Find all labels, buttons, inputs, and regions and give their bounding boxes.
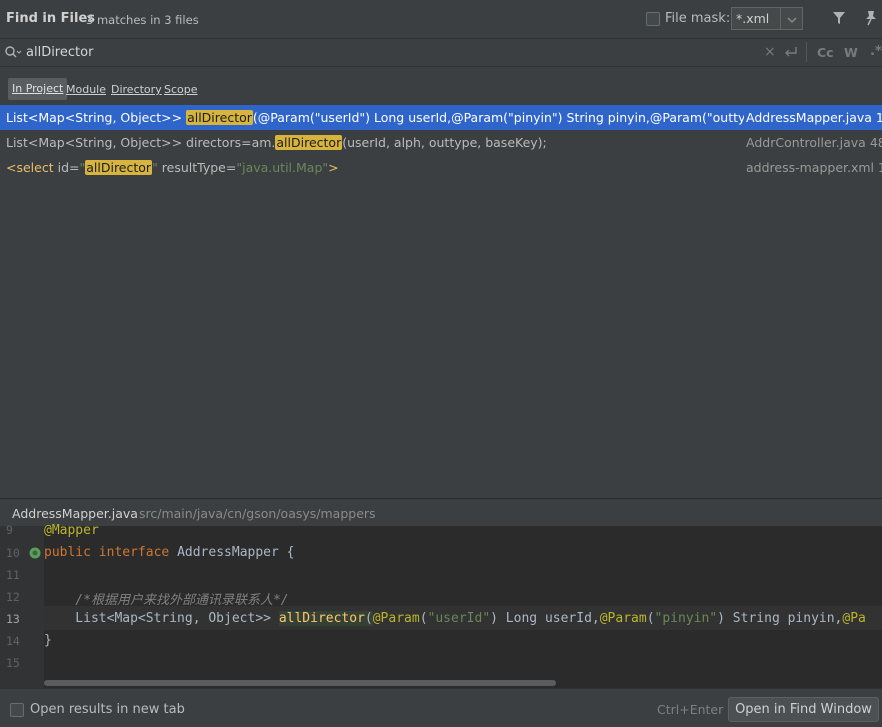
chevron-down-icon[interactable] (787, 13, 797, 28)
result-row[interactable]: List<Map<String, Object>> directors=am.a… (0, 130, 882, 155)
new-line-icon[interactable] (784, 45, 798, 63)
whole-word-button[interactable]: W (844, 45, 858, 60)
result-row[interactable]: <select id="allDirector" resultType="jav… (0, 155, 882, 180)
xml-value: "java.util.Map" (236, 160, 329, 175)
close-icon[interactable]: × (764, 44, 776, 60)
match-highlight: allDirector (275, 135, 343, 150)
shortcut-hint: Ctrl+Enter (657, 702, 724, 717)
code-line: /*根据用户来找外部通讯录联系人*/ (44, 589, 882, 608)
code-line: @Mapper (44, 523, 882, 538)
scope-tab-directory[interactable]: Directory (111, 83, 162, 96)
match-case-button[interactable]: Cc (817, 45, 834, 60)
xml-attr: id= (57, 160, 80, 175)
code-annotation: @Pa (842, 611, 866, 626)
result-file: AddressMapper.java 13 (746, 110, 882, 125)
preview-file-path: src/main/java/cn/gson/oasys/mappers (139, 506, 376, 521)
result-code: List<Map<String, Object>> directors=am.a… (6, 130, 744, 155)
code-line: } (44, 633, 882, 648)
code-string: "pinyin" (654, 611, 718, 626)
preview-file-name: AddressMapper.java (12, 506, 138, 521)
scope-tab-scope[interactable]: Scope (164, 83, 198, 96)
code-comment: /*根据用户来找外部通讯录联系人*/ (44, 593, 289, 608)
code-text: ( (646, 611, 655, 626)
code-text: List<Map<String, Object>> (44, 611, 279, 626)
code-annotation: @Param (372, 611, 420, 626)
line-number: 9 (6, 523, 13, 537)
horizontal-scrollbar[interactable] (44, 680, 556, 686)
result-text: (@Param("userId") Long userId,@Param("pi… (252, 110, 744, 125)
line-number: 12 (6, 590, 20, 604)
xml-tag: <select (6, 160, 58, 175)
code-text: ) String pinyin, (717, 611, 843, 626)
code-text: ( (419, 611, 428, 626)
match-highlight: allDirector (85, 160, 153, 175)
regex-button[interactable]: .* (870, 44, 882, 59)
open-in-find-window-button[interactable]: Open in Find Window (728, 697, 879, 722)
spring-bean-icon[interactable] (28, 546, 42, 564)
code-text: ( (364, 611, 373, 626)
code-string: "userId" (427, 611, 491, 626)
file-mask-checkbox[interactable] (646, 12, 660, 26)
code-text: AddressMapper { (169, 545, 295, 560)
line-number: 14 (6, 634, 20, 648)
pin-icon[interactable] (864, 10, 878, 30)
result-code: List<Map<String, Object>> allDirector(@P… (6, 105, 744, 130)
result-file: AddrController.java 489 (746, 135, 882, 150)
result-text: List<Map<String, Object>> directors=am. (6, 135, 276, 150)
xml-tag: > (328, 160, 339, 175)
result-code: <select id="allDirector" resultType="jav… (6, 155, 744, 180)
code-keyword: interface (98, 545, 170, 560)
file-mask-value: *.xml (736, 11, 770, 26)
line-number: 10 (6, 546, 20, 560)
open-in-new-tab-label: Open results in new tab (30, 702, 185, 717)
result-file: address-mapper.xml 13 (746, 160, 882, 175)
code-keyword: public (44, 545, 91, 560)
file-mask-label: File mask: (665, 11, 731, 26)
open-in-new-tab-checkbox[interactable] (10, 703, 24, 717)
code-line: List<Map<String, Object>> allDirector(@P… (44, 611, 882, 626)
code-match-highlight: allDirector (278, 611, 365, 626)
scope-tab-module[interactable]: Module (66, 83, 106, 96)
match-summary: 3 matches in 3 files (86, 13, 199, 27)
search-input[interactable] (26, 45, 726, 60)
code-annotation: @Param (599, 611, 647, 626)
result-text: List<Map<String, Object>> (6, 110, 187, 125)
line-number: 13 (6, 612, 20, 626)
code-line: public interface AddressMapper { (44, 545, 882, 560)
code-annotation: @Mapper (44, 523, 99, 538)
line-number: 15 (6, 656, 20, 670)
scope-tab-in-project[interactable]: In Project (8, 78, 68, 100)
result-text: (userId, alph, outtype, baseKey); (342, 135, 547, 150)
result-row[interactable]: List<Map<String, Object>> allDirector(@P… (0, 105, 882, 130)
dialog-title: Find in Files (6, 11, 96, 26)
filter-icon[interactable] (832, 11, 846, 29)
match-highlight: allDirector (186, 110, 253, 125)
results-list: List<Map<String, Object>> allDirector(@P… (0, 105, 882, 498)
line-number: 11 (6, 568, 20, 582)
search-icon[interactable] (4, 45, 22, 63)
xml-attr: resultType= (157, 160, 237, 175)
file-mask-divider (780, 8, 781, 29)
code-text: ) Long userId, (490, 611, 600, 626)
toolbar-divider (806, 42, 807, 62)
code-text: } (44, 633, 52, 648)
